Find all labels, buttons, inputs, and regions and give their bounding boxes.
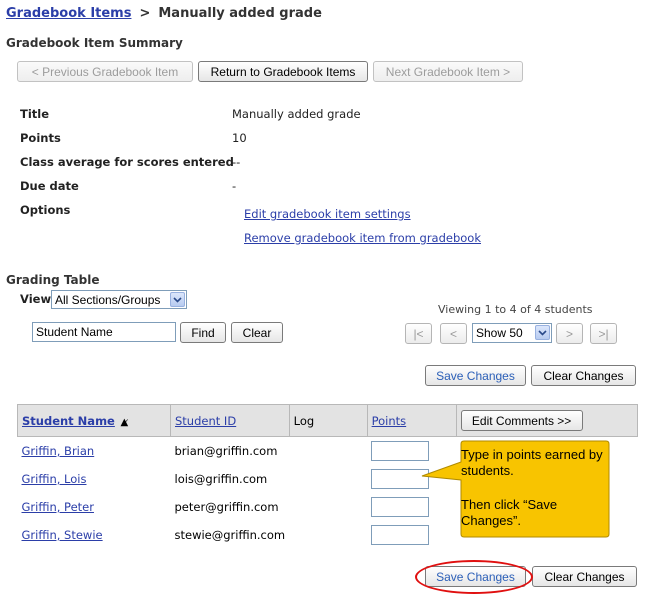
page-size-value: Show 50 <box>476 326 523 340</box>
viewing-count: Viewing 1 to 4 of 4 students <box>438 303 593 316</box>
breadcrumb: Gradebook Items > Manually added grade <box>6 6 322 21</box>
sort-ascending-icon: ▲̷ <box>120 416 129 428</box>
view-selected-value: All Sections/Groups <box>55 292 161 307</box>
find-button[interactable]: Find <box>180 322 226 343</box>
page-size-select[interactable]: Show 50 <box>472 323 552 343</box>
next-gradebook-item-button[interactable]: Next Gradebook Item > <box>373 61 523 82</box>
student-id-cell: brian@griffin.com <box>174 443 278 458</box>
save-changes-highlight-ring <box>415 560 533 594</box>
due-date-value: - <box>232 179 237 193</box>
callout-text: Type in points earned by students. Then … <box>461 447 606 529</box>
view-label: View <box>20 292 52 306</box>
save-changes-top-button[interactable]: Save Changes <box>425 365 526 386</box>
log-header-label: Log <box>293 413 315 428</box>
log-cell <box>289 493 367 521</box>
student-id-header[interactable]: Student ID <box>170 404 290 437</box>
first-page-button[interactable]: |< <box>405 323 432 344</box>
student-id-cell: lois@griffin.com <box>174 471 268 486</box>
class-average-value: -- <box>232 155 241 169</box>
callout-line-1: Type in points earned by students. <box>461 447 603 478</box>
student-id-cell: stewie@griffin.com <box>174 527 286 542</box>
breadcrumb-separator: > <box>139 6 151 21</box>
chevron-down-icon <box>535 325 550 340</box>
view-sections-select[interactable]: All Sections/Groups <box>51 290 187 309</box>
breadcrumb-current: Manually added grade <box>158 6 322 21</box>
clear-changes-top-button[interactable]: Clear Changes <box>531 365 636 386</box>
grading-table-heading: Grading Table <box>6 273 100 287</box>
last-page-button[interactable]: >| <box>590 323 617 344</box>
previous-gradebook-item-button[interactable]: < Previous Gradebook Item <box>17 61 193 82</box>
log-cell <box>289 465 367 493</box>
comments-header: Edit Comments >> <box>455 404 639 437</box>
points-value: 10 <box>232 131 247 145</box>
points-header[interactable]: Points <box>366 404 457 437</box>
log-header: Log <box>288 404 368 437</box>
student-name-sort-link[interactable]: Student Name <box>22 414 115 428</box>
options-label: Options <box>20 203 71 217</box>
student-search-input[interactable] <box>32 322 176 342</box>
log-cell <box>289 437 367 465</box>
student-id-cell: peter@griffin.com <box>174 499 279 514</box>
log-cell <box>289 521 367 549</box>
table-header-row: Student Name ▲̷ Student ID Log Points Ed… <box>17 404 639 437</box>
student-name-link[interactable]: Griffin, Brian <box>22 444 95 458</box>
due-date-label: Due date <box>20 179 79 193</box>
student-name-link[interactable]: Griffin, Lois <box>22 472 87 486</box>
points-sort-link[interactable]: Points <box>372 414 407 428</box>
title-label: Title <box>20 107 50 121</box>
clear-search-button[interactable]: Clear <box>231 322 283 343</box>
clear-changes-bottom-button[interactable]: Clear Changes <box>532 566 637 587</box>
previous-page-button[interactable]: < <box>440 323 467 344</box>
student-name-link[interactable]: Griffin, Peter <box>22 500 94 514</box>
student-name-header[interactable]: Student Name ▲̷ <box>17 404 171 437</box>
callout-line-2: Then click “Save Changes”. <box>461 497 558 528</box>
student-name-link[interactable]: Griffin, Stewie <box>22 528 103 542</box>
edit-gradebook-item-link[interactable]: Edit gradebook item settings <box>244 207 411 221</box>
summary-heading: Gradebook Item Summary <box>6 36 183 50</box>
points-label: Points <box>20 131 61 145</box>
class-average-label: Class average for scores entered <box>20 155 234 169</box>
student-id-sort-link[interactable]: Student ID <box>175 414 236 428</box>
chevron-down-icon <box>170 292 185 307</box>
title-value: Manually added grade <box>232 107 361 121</box>
next-page-button[interactable]: > <box>556 323 583 344</box>
return-to-gradebook-items-button[interactable]: Return to Gradebook Items <box>198 61 368 82</box>
edit-comments-button[interactable]: Edit Comments >> <box>460 410 583 431</box>
remove-gradebook-item-link[interactable]: Remove gradebook item from gradebook <box>244 231 481 245</box>
breadcrumb-gradebook-items-link[interactable]: Gradebook Items <box>6 6 131 21</box>
